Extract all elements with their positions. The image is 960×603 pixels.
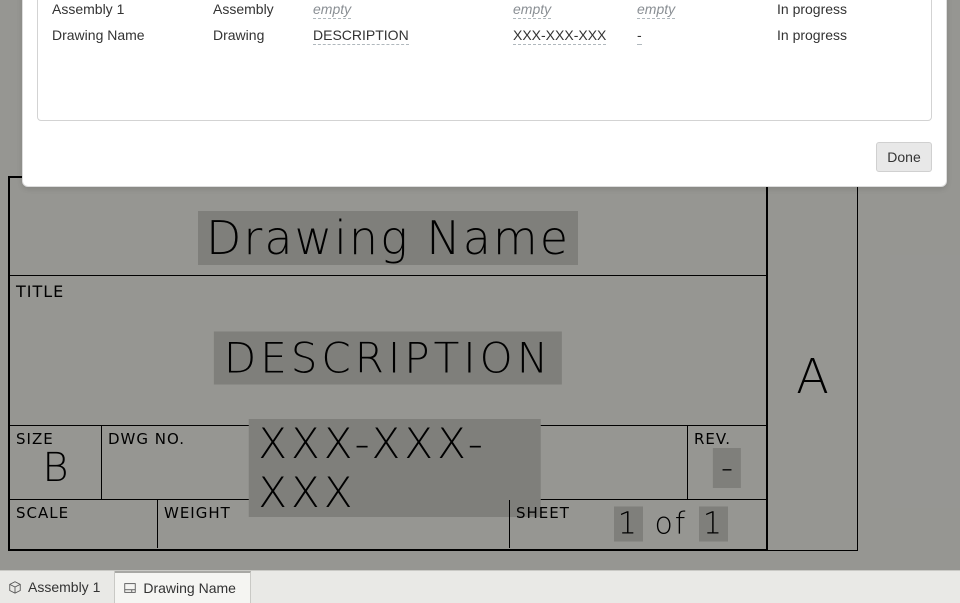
row-rev[interactable]: - bbox=[637, 27, 642, 45]
row-type: Drawing bbox=[213, 27, 313, 43]
row-rev-empty[interactable]: empty bbox=[637, 1, 675, 19]
table-row: Assembly 1 Assembly empty empty empty In… bbox=[38, 0, 931, 22]
tab-bar: Assembly 1 Drawing Name bbox=[0, 570, 960, 603]
properties-dialog: Assembly 1 Assembly empty empty empty In… bbox=[22, 0, 947, 187]
done-button[interactable]: Done bbox=[876, 142, 932, 172]
drawing-icon bbox=[123, 581, 137, 595]
row-state: In progress bbox=[777, 27, 931, 43]
table-row: Drawing Name Drawing DESCRIPTION XXX-XXX… bbox=[38, 22, 931, 48]
row-name: Assembly 1 bbox=[52, 1, 213, 17]
row-description-empty[interactable]: empty bbox=[313, 1, 351, 19]
row-state: In progress bbox=[777, 1, 931, 17]
row-description[interactable]: DESCRIPTION bbox=[313, 27, 409, 45]
row-number[interactable]: XXX-XXX-XXX bbox=[513, 27, 606, 45]
row-type: Assembly bbox=[213, 1, 313, 17]
row-name: Drawing Name bbox=[52, 27, 213, 43]
tab-drawing-label: Drawing Name bbox=[143, 580, 236, 596]
tab-drawing[interactable]: Drawing Name bbox=[115, 571, 251, 603]
tab-assembly-label: Assembly 1 bbox=[28, 579, 100, 595]
tab-assembly[interactable]: Assembly 1 bbox=[0, 571, 115, 603]
row-number-empty[interactable]: empty bbox=[513, 1, 551, 19]
cube-icon bbox=[8, 580, 22, 594]
properties-table: Assembly 1 Assembly empty empty empty In… bbox=[37, 0, 932, 121]
